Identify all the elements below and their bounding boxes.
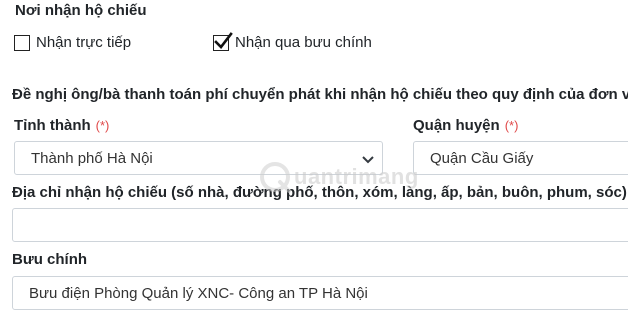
watermark: uantrimang — [258, 160, 419, 194]
district-select-value: Quận Cầu Giấy — [430, 149, 534, 167]
section-title: Nơi nhận hộ chiếu — [15, 2, 147, 19]
postal-office-value: Bưu điện Phòng Quản lý XNC- Công an TP H… — [29, 284, 368, 302]
watermark-text: uantrimang — [294, 164, 419, 189]
province-label-row: Tỉnh thành (*) — [14, 117, 109, 134]
checkmark-icon — [214, 31, 233, 49]
required-mark: (*) — [95, 118, 110, 133]
required-mark: (*) — [504, 118, 519, 133]
direct-pickup-checkbox[interactable] — [14, 34, 30, 51]
province-select-value: Thành phố Hà Nội — [31, 149, 153, 167]
fee-notice: Đề nghị ông/bà thanh toán phí chuyển phá… — [12, 86, 628, 103]
option-direct-pickup[interactable]: Nhận trực tiếp — [14, 34, 131, 51]
postal-delivery-checkbox[interactable] — [213, 31, 233, 51]
district-label-row: Quận huyện (*) — [413, 117, 518, 134]
option-postal-delivery[interactable]: Nhận qua bưu chính — [213, 31, 372, 51]
address-input[interactable] — [12, 208, 628, 242]
district-label: Quận huyện — [413, 117, 500, 134]
postal-office-input[interactable]: Bưu điện Phòng Quản lý XNC- Công an TP H… — [12, 276, 628, 310]
postal-delivery-label: Nhận qua bưu chính — [235, 34, 372, 51]
direct-pickup-label: Nhận trực tiếp — [36, 34, 132, 51]
province-label: Tỉnh thành — [14, 117, 91, 134]
district-select[interactable]: Quận Cầu Giấy — [413, 141, 628, 175]
postal-label: Bưu chính — [12, 251, 88, 268]
watermark-logo-icon — [260, 162, 291, 193]
